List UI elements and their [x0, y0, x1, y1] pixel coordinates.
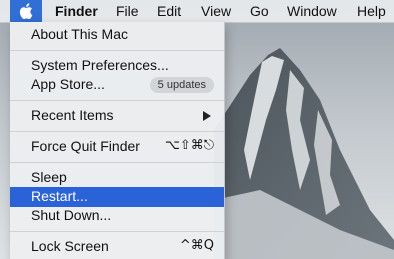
- menu-item-label: Force Quit Finder: [31, 138, 140, 154]
- menu-separator: [10, 231, 224, 232]
- menu-item-label: System Preferences...: [31, 57, 169, 73]
- apple-menu-button[interactable]: [10, 0, 42, 22]
- menubar-item-window[interactable]: Window: [287, 3, 337, 19]
- menu-item-label: Shut Down...: [31, 207, 112, 223]
- menubar-item-help[interactable]: Help: [357, 3, 386, 19]
- menu-item-about-this-mac[interactable]: About This Mac: [10, 25, 224, 45]
- menubar-item-view[interactable]: View: [201, 3, 231, 19]
- app-store-updates-badge: 5 updates: [149, 77, 214, 93]
- menu-item-lock-screen[interactable]: Lock Screen ^⌘Q: [10, 237, 224, 257]
- menubar-item-file[interactable]: File: [116, 3, 139, 19]
- menu-item-label: Restart...: [31, 188, 88, 204]
- menu-separator: [10, 162, 224, 163]
- menubar-item-finder[interactable]: Finder: [55, 3, 98, 19]
- menu-item-restart[interactable]: Restart...: [10, 187, 224, 207]
- menu-item-label: Lock Screen: [31, 238, 109, 254]
- menu-item-recent-items[interactable]: Recent Items: [10, 106, 224, 126]
- menu-separator: [10, 50, 224, 51]
- force-quit-shortcut: ⌥⇧⌘⎋: [164, 138, 214, 153]
- menu-item-sleep[interactable]: Sleep: [10, 168, 224, 188]
- menu-separator: [10, 100, 224, 101]
- menu-item-app-store[interactable]: App Store... 5 updates: [10, 75, 224, 95]
- lock-screen-shortcut: ^⌘Q: [179, 238, 214, 253]
- menu-item-force-quit-finder[interactable]: Force Quit Finder ⌥⇧⌘⎋: [10, 137, 224, 157]
- menubar-item-edit[interactable]: Edit: [157, 3, 181, 19]
- menu-bar: Finder File Edit View Go Window Help: [0, 0, 394, 23]
- menu-item-label: About This Mac: [31, 26, 129, 42]
- menu-item-label: App Store...: [31, 76, 105, 92]
- menu-item-label: Recent Items: [31, 107, 114, 123]
- apple-logo-icon: [19, 3, 33, 19]
- menu-item-system-preferences[interactable]: System Preferences...: [10, 56, 224, 76]
- apple-menu-dropdown: About This Mac System Preferences... App…: [10, 22, 225, 259]
- submenu-arrow-icon: [203, 111, 211, 121]
- menu-item-label: Sleep: [31, 169, 67, 185]
- menubar-item-go[interactable]: Go: [250, 3, 269, 19]
- menu-item-shut-down[interactable]: Shut Down...: [10, 206, 224, 226]
- menu-separator: [10, 131, 224, 132]
